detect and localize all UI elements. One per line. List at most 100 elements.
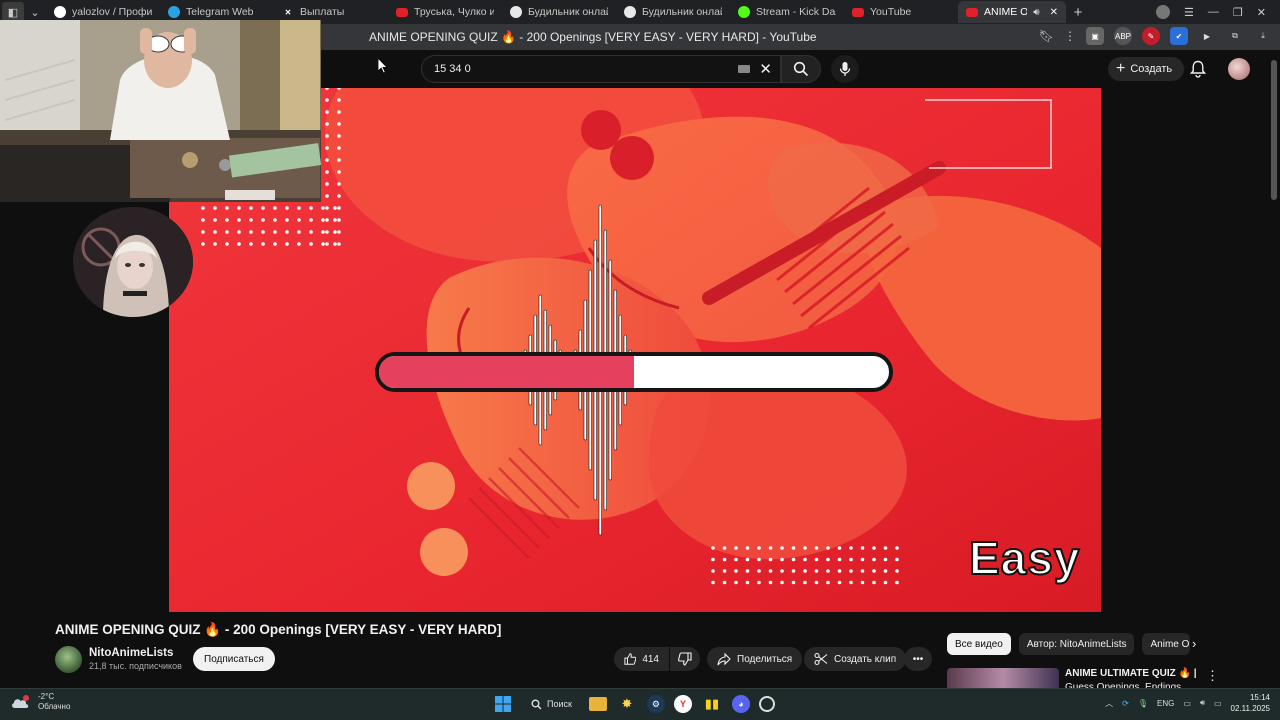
chip-all-videos[interactable]: Все видео <box>947 633 1011 655</box>
steam-icon[interactable]: ⚙ <box>646 695 665 713</box>
tab-audio-icon[interactable]: 🔊︎ <box>1033 7 1039 18</box>
more-actions-icon: ••• <box>912 653 924 665</box>
browser-tab[interactable]: Труська, Чулко и пр <box>388 1 502 23</box>
taskbar-search[interactable]: Поиск <box>523 693 580 715</box>
recommended-video-thumbnail[interactable] <box>947 668 1059 688</box>
extension-puzzle-icon[interactable]: ▣ <box>1086 27 1104 45</box>
clock[interactable]: 15:14 02.11.2025 <box>1231 692 1270 714</box>
volume-icon[interactable]: 🔊︎ <box>1200 698 1205 708</box>
subscribe-button[interactable]: Подписаться <box>193 647 275 671</box>
keyboard-icon[interactable] <box>738 65 750 73</box>
tab-search-icon[interactable]: ◧ <box>2 2 24 22</box>
browser-title-bar: ANIME OPENING QUIZ 🔥 - 200 Openings [VER… <box>320 24 1280 50</box>
restore-icon[interactable]: ❐ <box>1233 6 1243 19</box>
decor-dot <box>860 580 865 585</box>
decor-dot <box>722 569 727 573</box>
channel-avatar[interactable] <box>55 646 82 673</box>
extension-red-icon[interactable]: ✎ <box>1142 27 1160 45</box>
tab-close-icon[interactable]: ✕ <box>1050 7 1058 18</box>
obs-icon[interactable] <box>758 696 775 712</box>
browser-tab-label: Telegram Web <box>186 6 254 18</box>
browser-menu-icon[interactable]: ☰ <box>1184 6 1194 19</box>
taskbar-search-label: Поиск <box>547 699 572 709</box>
search-button[interactable] <box>781 55 821 83</box>
decor-dot <box>722 580 727 585</box>
tray-microphone-icon[interactable]: 🎙︎ <box>1138 699 1148 708</box>
chip-anime-openings[interactable]: Anime O <box>1142 633 1191 655</box>
decor-dot <box>309 218 313 222</box>
decor-dot <box>883 557 888 562</box>
browser-tab-label: Будильник онлайн <box>642 6 722 18</box>
browser-tab-label: Выплаты <box>300 6 345 18</box>
browser-profile-icon[interactable] <box>1156 5 1171 19</box>
decor-dot <box>285 206 289 210</box>
voice-search-button[interactable] <box>831 55 859 83</box>
weather-widget[interactable]: -2°C Облачно <box>10 692 70 712</box>
browser-tab[interactable]: Будильник онлайн <box>616 1 730 23</box>
decor-dot <box>849 546 853 550</box>
youtube-icon <box>396 7 408 17</box>
search-input[interactable]: 15 34 0 ✕ <box>421 55 781 83</box>
account-avatar[interactable] <box>1228 58 1250 80</box>
tab-list-chevron-icon[interactable]: ⌄ <box>24 2 46 22</box>
download-icon[interactable]: ⤓ <box>1254 27 1272 45</box>
decor-dot <box>860 546 865 550</box>
decor-dot <box>213 218 217 222</box>
more-menu-icon[interactable]: ⋮ <box>1064 29 1076 43</box>
decor-dot <box>325 194 329 198</box>
extension-blue-icon[interactable]: ✔ <box>1170 27 1188 45</box>
recommended-video-menu-icon[interactable]: ⋮ <box>1206 668 1219 684</box>
decor-dot <box>872 569 876 573</box>
screen: ◧ ⌄ yalozlov / Профиль Telegram Web ✕ Выпла… <box>0 0 1280 720</box>
thumbs-up-icon <box>624 653 637 665</box>
chip-author[interactable]: Автор: NitoAnimeLists <box>1018 633 1135 655</box>
chips-next-chevron-icon[interactable]: › <box>1192 636 1196 651</box>
decor-dot <box>745 569 750 573</box>
weather-temperature: -2°C <box>38 692 55 701</box>
yandex-browser-icon[interactable]: Y <box>673 695 692 713</box>
like-button[interactable]: 414 <box>614 647 669 671</box>
dislike-button[interactable] <box>670 647 700 671</box>
more-actions-button[interactable]: ••• <box>904 647 932 671</box>
tray-sync-icon[interactable]: ⟳ <box>1122 699 1129 708</box>
browser-tab[interactable]: ANIME OPENIN 🔊︎ ✕ <box>958 1 1066 23</box>
language-indicator[interactable]: ENG <box>1157 699 1174 708</box>
bookmark-icon[interactable]: 🔖︎ <box>1039 29 1054 43</box>
recommended-video-title[interactable]: ANIME ULTIMATE QUIZ 🔥 | <box>1065 668 1197 679</box>
clear-search-icon[interactable]: ✕ <box>759 60 772 78</box>
page-scrollbar[interactable] <box>1271 60 1277 200</box>
decor-dot <box>237 206 241 210</box>
new-tab-button[interactable]: + <box>1066 4 1090 21</box>
browser-tab[interactable]: Stream - Kick Dashbo <box>730 1 844 23</box>
notifications-bell-icon[interactable] <box>1190 60 1206 78</box>
windows-start-icon[interactable] <box>492 693 514 715</box>
app-sparkle-icon[interactable]: ✸ <box>616 693 638 715</box>
create-clip-label: Создать клип <box>834 653 897 665</box>
create-button[interactable]: + Создать <box>1108 57 1185 81</box>
file-explorer-icon[interactable] <box>588 697 607 711</box>
browser-tab[interactable]: Будильник онлайн <box>502 1 616 23</box>
browser-tab[interactable]: YouTube <box>844 1 958 23</box>
media-control-icon[interactable]: ▶︎ <box>1198 27 1216 45</box>
decor-dot <box>213 230 217 234</box>
close-window-icon[interactable]: ✕ <box>1257 6 1266 19</box>
battery-icon[interactable]: ▭ <box>1214 699 1222 708</box>
decor-dot <box>297 218 301 222</box>
decor-dot <box>791 569 796 573</box>
decor-dot <box>337 194 341 198</box>
taskbar-search-icon <box>531 698 542 709</box>
decor-dot <box>325 182 329 186</box>
check-icon <box>624 6 636 18</box>
discord-icon[interactable]: ◕ <box>731 695 750 713</box>
tray-chevron-icon[interactable]: ︿ <box>1105 698 1113 709</box>
app-yellow-icon[interactable]: ▮▮ <box>701 693 723 715</box>
share-button[interactable]: Поделиться <box>707 647 803 671</box>
create-clip-button[interactable]: Создать клип <box>804 647 907 671</box>
collections-icon[interactable]: ⧉ <box>1226 27 1244 45</box>
network-icon[interactable]: ▭ <box>1183 699 1191 708</box>
minimize-icon[interactable]: — <box>1208 6 1219 18</box>
decor-dot <box>309 206 313 210</box>
adblock-icon[interactable]: ABP <box>1114 27 1132 45</box>
guest-webcam <box>73 207 193 317</box>
channel-name[interactable]: NitoAnimeLists <box>89 647 173 659</box>
